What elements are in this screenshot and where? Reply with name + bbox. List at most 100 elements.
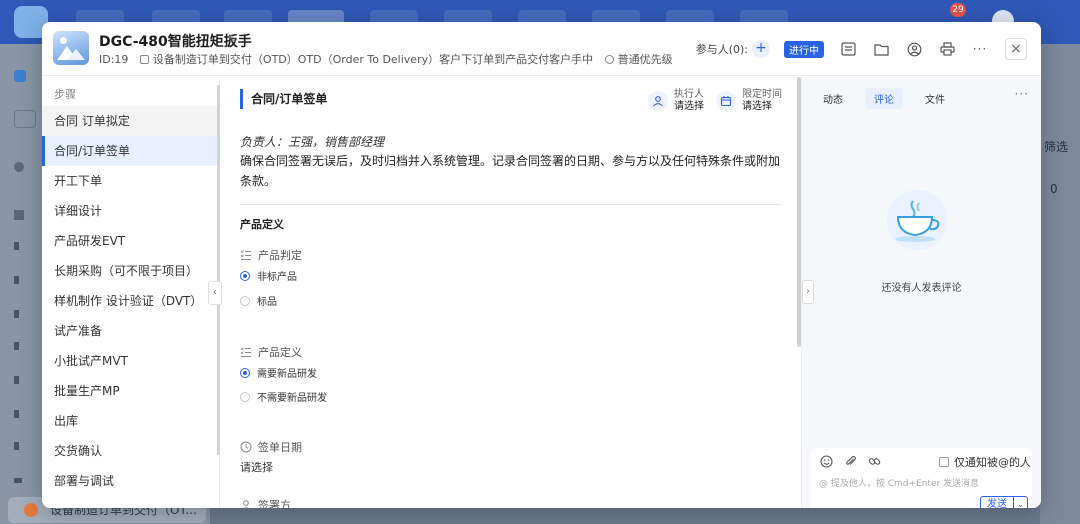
- tab-comments[interactable]: 评论: [865, 88, 903, 109]
- field-label-text: 签署方: [258, 499, 291, 508]
- project-id: ID:19: [99, 53, 129, 66]
- section-title: 合同/订单签单: [240, 89, 327, 109]
- field-signer: 签署方: [240, 497, 291, 508]
- step-item[interactable]: 合同 订单拟定: [42, 106, 218, 136]
- executor-text: 执行人 请选择: [674, 89, 704, 113]
- list-check-icon: [240, 249, 252, 261]
- panel-more-icon[interactable]: ···: [1015, 87, 1029, 101]
- filter-link[interactable]: 筛选: [1044, 138, 1068, 155]
- task-detail-modal: DGC-480智能扭矩扳手 ✎ ID:19 设备制造订单到交付（OTD）OTD（…: [42, 22, 1041, 508]
- composer-tools: [819, 454, 891, 468]
- person-icon: [240, 499, 252, 508]
- header-actions: 参与人(0): + 进行中 ··· ×: [696, 38, 1027, 60]
- person-icon: [648, 91, 668, 111]
- participants-label: 参与人(0):: [695, 43, 748, 56]
- step-content: 合同/订单签单 执行人 请选择 限定时间 请选择 负责人：王强，销售部经理 确保…: [222, 77, 801, 508]
- step-item[interactable]: 产品研发EVT: [42, 226, 218, 256]
- attachment-icon[interactable]: [843, 454, 857, 468]
- print-icon[interactable]: [939, 41, 955, 57]
- emoji-icon[interactable]: [819, 454, 833, 468]
- step-item[interactable]: 试产准备: [42, 316, 218, 346]
- add-participant-button[interactable]: +: [752, 40, 770, 58]
- step-item[interactable]: 开工下单: [42, 166, 218, 196]
- tab-activity[interactable]: 动态: [814, 88, 852, 109]
- steps-scrollbar[interactable]: [217, 85, 220, 455]
- radio-no-new-product[interactable]: 不需要新品研发: [240, 389, 327, 404]
- notify-only-mentioned-checkbox[interactable]: 仅通知被@的人: [939, 454, 1031, 470]
- radio-need-new-product[interactable]: 需要新品研发: [240, 365, 317, 380]
- collapse-steps-button[interactable]: ‹: [208, 281, 222, 305]
- priority-label[interactable]: 普通优先级: [618, 53, 673, 66]
- radio-nonstandard[interactable]: 非标产品: [240, 268, 297, 283]
- send-control: 发送 ⌄: [980, 496, 1028, 508]
- app-right-strip: 筛选 0: [1040, 44, 1080, 524]
- checkbox-box[interactable]: [939, 457, 949, 467]
- notification-badge: 29: [950, 3, 966, 17]
- modal-header: DGC-480智能扭矩扳手 ✎ ID:19 设备制造订单到交付（OTD）OTD（…: [42, 22, 1041, 76]
- empty-coffee-cup-icon: [886, 189, 948, 251]
- comment-composer: 仅通知被@的人 @ 提及他人，按 Cmd+Enter 发送消息 发送 ⌄: [811, 448, 1032, 508]
- tab-files[interactable]: 文件: [916, 88, 954, 109]
- field-label-text: 产品定义: [258, 346, 302, 359]
- executor-label: 执行人: [674, 89, 704, 100]
- radio-label: 需要新品研发: [257, 369, 317, 380]
- owner-line: 负责人：王强，销售部经理: [240, 135, 385, 149]
- empty-comments-text: 还没有人发表评论: [881, 283, 962, 294]
- mountain-shape: [67, 49, 85, 60]
- executor-value[interactable]: 请选择: [674, 101, 704, 113]
- radio-circle[interactable]: [240, 295, 250, 306]
- deadline-text: 限定时间 请选择: [742, 89, 782, 113]
- divider: [240, 204, 781, 205]
- steps-sidebar: 步骤 合同 订单拟定 合同/订单签单 开工下单 详细设计 产品研发EVT 长期采购（可不限…: [42, 77, 220, 508]
- send-button[interactable]: 发送: [980, 496, 1014, 508]
- process-icon: [139, 55, 149, 64]
- count-text: 0: [1050, 182, 1058, 196]
- link-icon[interactable]: [867, 454, 881, 468]
- step-item[interactable]: 交货确认: [42, 436, 218, 466]
- field-product-definition: 产品定义: [240, 344, 302, 360]
- executor-selector[interactable]: 执行人 请选择: [648, 88, 704, 114]
- activity-tabs: 动态 评论 文件: [814, 88, 967, 109]
- close-button[interactable]: ×: [1005, 38, 1027, 60]
- radio-label: 非标产品: [257, 272, 297, 283]
- project-meta: ID:19 设备制造订单到交付（OTD）OTD（Order To Deliver…: [99, 51, 673, 67]
- deadline-selector[interactable]: 限定时间 请选择: [716, 88, 782, 114]
- field-label-text: 产品判定: [258, 249, 302, 262]
- radio-circle[interactable]: [240, 367, 250, 378]
- radio-circle[interactable]: [240, 270, 250, 281]
- field-sign-date: 签单日期: [240, 439, 302, 455]
- comment-input[interactable]: @ 提及他人，按 Cmd+Enter 发送消息: [819, 476, 1024, 489]
- send-options-chevron-icon[interactable]: ⌄: [1014, 496, 1028, 508]
- user-circle-icon[interactable]: [906, 41, 922, 57]
- step-item[interactable]: 合同/订单签单: [42, 136, 218, 166]
- project-image-icon: [53, 31, 89, 65]
- step-item[interactable]: 样机制作 设计验证（DVT）: [42, 286, 218, 316]
- sun-shape: [60, 37, 67, 44]
- project-dot-icon: [24, 503, 38, 517]
- expand-panel-button[interactable]: ›: [802, 280, 814, 304]
- step-item[interactable]: 批量生产MP: [42, 376, 218, 406]
- step-description: 确保合同签署无误后，及时归档并入系统管理。记录合同签署的日期、参与方以及任何特殊…: [240, 154, 781, 188]
- calendar-icon: [716, 91, 736, 111]
- status-badge[interactable]: 进行中: [784, 40, 824, 58]
- edit-pencil-icon[interactable]: ✎: [228, 33, 237, 46]
- step-item[interactable]: 部署与调试: [42, 466, 218, 496]
- step-item[interactable]: 小批试产MVT: [42, 346, 218, 376]
- field-product-judgment: 产品判定: [240, 247, 302, 263]
- sign-date-value[interactable]: 请选择: [240, 459, 273, 475]
- more-icon[interactable]: ···: [972, 41, 988, 57]
- priority-icon: [604, 55, 614, 64]
- radio-standard[interactable]: 标品: [240, 293, 277, 308]
- list-check-icon: [240, 346, 252, 358]
- steps-heading: 步骤: [54, 88, 76, 101]
- deadline-value[interactable]: 请选择: [742, 101, 782, 113]
- detail-card-icon[interactable]: [840, 41, 856, 57]
- form-section-heading: 产品定义: [240, 218, 284, 231]
- folder-icon[interactable]: [873, 41, 889, 57]
- step-item[interactable]: 详细设计: [42, 196, 218, 226]
- field-label-text: 签单日期: [258, 441, 302, 454]
- step-item[interactable]: 出库: [42, 406, 218, 436]
- step-item[interactable]: 长期采购（可不限于项目）: [42, 256, 218, 286]
- process-name[interactable]: 设备制造订单到交付（OTD）OTD（Order To Delivery）客户下订…: [153, 53, 593, 66]
- radio-circle[interactable]: [240, 391, 250, 402]
